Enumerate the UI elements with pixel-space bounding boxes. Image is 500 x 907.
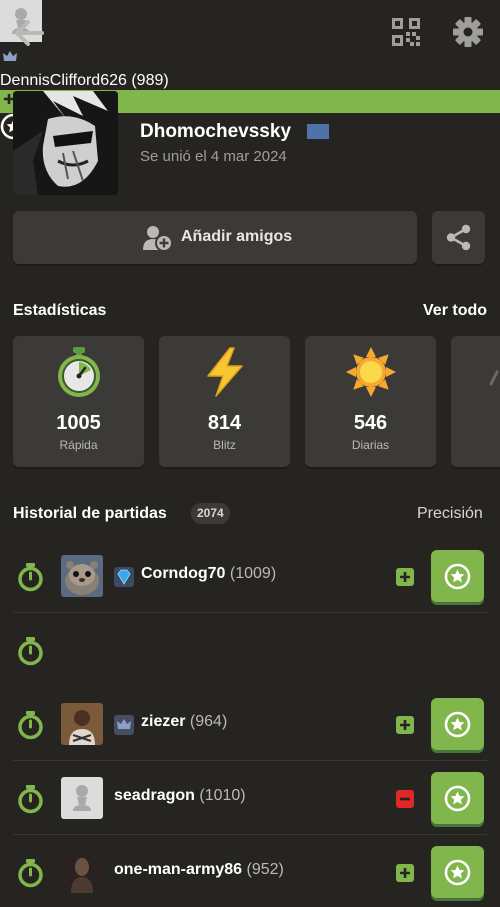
opponent-name[interactable]: seadragon (1010) xyxy=(114,787,246,805)
star-icon xyxy=(444,785,471,812)
gear-icon[interactable] xyxy=(451,15,485,49)
stat-label-daily: Diarias xyxy=(351,438,390,452)
puzzle-icon xyxy=(489,370,499,386)
country-flag-icon xyxy=(307,124,329,139)
opponent-rating: (964) xyxy=(189,713,228,730)
stat-card-rapid[interactable]: 1005 Rápida xyxy=(13,336,144,467)
stopwatch-icon xyxy=(54,346,104,398)
top-bar xyxy=(0,0,500,68)
game-row[interactable]: Corndog70 (1009) xyxy=(0,539,500,613)
stat-label-blitz: Blitz xyxy=(213,438,236,452)
stopwatch-icon xyxy=(17,859,44,888)
stat-label-rapid: Rápida xyxy=(59,438,98,452)
stopwatch-icon xyxy=(17,563,44,592)
share-button[interactable] xyxy=(432,211,485,264)
review-game-button[interactable] xyxy=(431,772,484,824)
games-count-badge: 2074 xyxy=(191,503,230,524)
review-game-button[interactable] xyxy=(431,846,484,898)
see-all-link[interactable]: Ver todo xyxy=(423,302,487,320)
loss-icon xyxy=(396,790,414,808)
win-icon xyxy=(396,568,414,586)
arrow-left-icon[interactable] xyxy=(12,16,46,50)
accuracy-header: Precisión xyxy=(417,505,483,522)
add-user-icon xyxy=(143,224,173,252)
star-icon xyxy=(444,711,471,738)
stat-value-rapid: 1005 xyxy=(56,412,101,434)
opponent-avatar[interactable] xyxy=(61,555,103,597)
username: Dhomochevsskу xyxy=(140,121,292,142)
game-row[interactable]: one-man-army86 (952) xyxy=(0,835,500,907)
review-game-button[interactable] xyxy=(431,698,484,750)
diamond-badge-icon xyxy=(114,567,134,587)
opponent-rating: (1010) xyxy=(199,787,246,804)
review-game-button[interactable] xyxy=(431,550,484,602)
opponent-name[interactable]: Corndog70 (1009) xyxy=(141,565,276,583)
game-row[interactable] xyxy=(0,613,500,687)
opponent-avatar[interactable] xyxy=(61,851,103,893)
stopwatch-icon xyxy=(17,711,44,740)
opponent-rating: (989) xyxy=(131,72,169,89)
stat-card-daily[interactable]: 546 Diarias xyxy=(305,336,436,467)
win-icon xyxy=(396,716,414,734)
game-row[interactable]: ziezer (964) xyxy=(0,687,500,761)
opponent-name[interactable]: one-man-army86 (952) xyxy=(114,861,284,879)
game-row[interactable]: seadragon (1010) xyxy=(0,761,500,835)
lightning-icon xyxy=(200,346,250,398)
stat-value-daily: 546 xyxy=(353,412,388,434)
stat-card-partial[interactable] xyxy=(451,336,500,467)
add-friends-button[interactable]: Añadir amigos xyxy=(13,211,417,264)
star-icon xyxy=(444,859,471,886)
stats-title: Estadísticas xyxy=(13,302,107,319)
profile-avatar[interactable] xyxy=(13,91,118,195)
crown-badge-icon xyxy=(114,715,134,735)
add-friends-label: Añadir amigos xyxy=(181,228,293,245)
opponent-rating: (1009) xyxy=(229,565,277,582)
stopwatch-icon xyxy=(17,637,44,666)
qr-code-icon[interactable] xyxy=(390,16,422,48)
history-title: Historial de partidas xyxy=(13,505,167,522)
join-date: Se unió el 4 mar 2024 xyxy=(140,148,287,165)
stopwatch-icon xyxy=(17,785,44,814)
opponent-avatar[interactable] xyxy=(61,703,103,745)
opponent-avatar[interactable] xyxy=(61,777,103,819)
share-icon xyxy=(446,224,471,251)
stat-value-blitz: 814 xyxy=(207,412,242,434)
opponent-name[interactable]: DennisClifford626 (989) xyxy=(0,72,500,90)
star-icon xyxy=(444,563,471,590)
opponent-rating: (952) xyxy=(246,861,284,878)
stat-card-blitz[interactable]: 814 Blitz xyxy=(159,336,290,467)
sun-icon xyxy=(346,346,396,398)
win-icon xyxy=(396,864,414,882)
opponent-name[interactable]: ziezer (964) xyxy=(141,713,227,731)
